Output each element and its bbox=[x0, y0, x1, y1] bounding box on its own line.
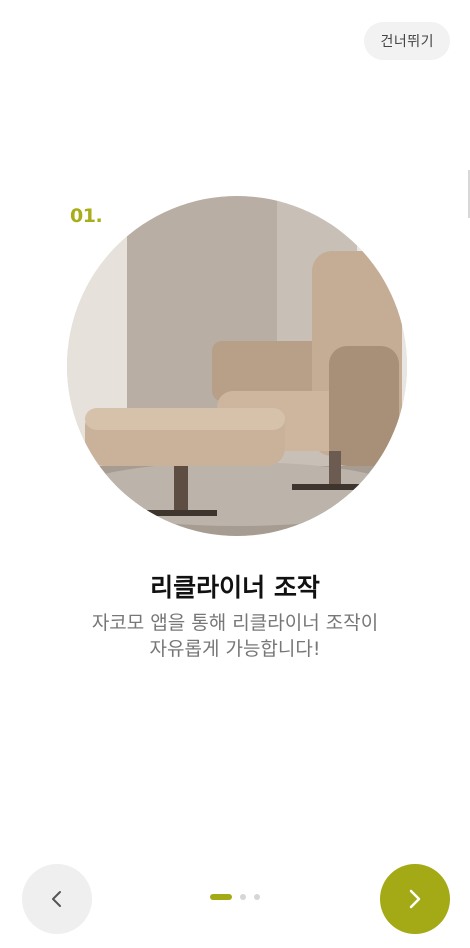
chevron-right-icon bbox=[409, 889, 421, 909]
step-number: 01. bbox=[70, 205, 103, 227]
page-dot-3 bbox=[254, 894, 260, 900]
description-line: 자유롭게 가능합니다! bbox=[149, 638, 321, 660]
onboarding-description: 자코모 앱을 통해 리클라이너 조작이 자유롭게 가능합니다! bbox=[40, 610, 430, 662]
next-button[interactable] bbox=[380, 864, 450, 934]
page-dot-2 bbox=[240, 894, 246, 900]
page-dot-1 bbox=[210, 894, 232, 900]
skip-button[interactable]: 건너뛰기 bbox=[364, 22, 450, 60]
recliner-chair-photo bbox=[67, 196, 407, 536]
onboarding-title: 리클라이너 조작 bbox=[150, 573, 320, 602]
description-line: 자코모 앱을 통해 리클라이너 조작이 bbox=[91, 612, 379, 634]
